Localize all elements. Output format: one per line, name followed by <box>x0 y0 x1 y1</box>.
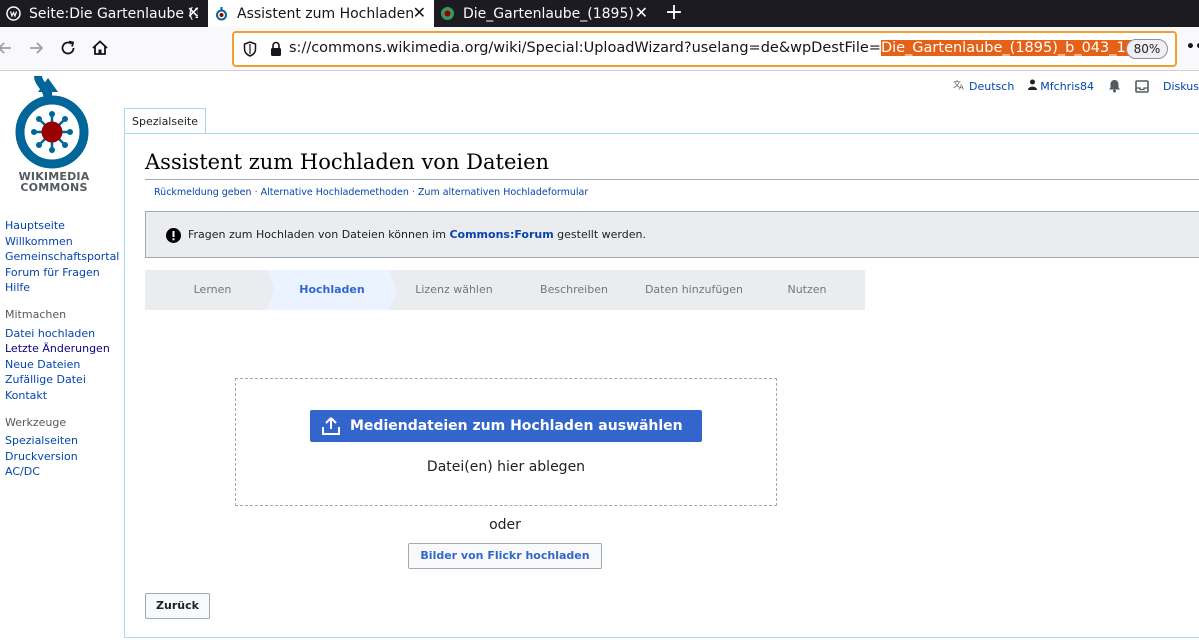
forward-arrow-icon[interactable] <box>25 37 47 59</box>
home-icon[interactable] <box>89 37 111 59</box>
alternative-upload-form-link[interactable]: Zum alternativen Hochladeformular <box>418 187 588 198</box>
zoom-level-button[interactable]: 80% <box>1126 39 1168 59</box>
sidebar-item-hauptseite[interactable]: Hauptseite <box>5 218 123 234</box>
page-title: Assistent zum Hochladen von Dateien <box>145 150 1199 180</box>
personal-tools: 文A Deutsch Mfchris84 Diskus <box>939 78 1199 94</box>
sidebar-item-kontakt[interactable]: Kontakt <box>5 388 123 404</box>
browser-tab-bar: Seite:Die Gartenlaube (1 ✕ Assistent zum… <box>0 0 1199 27</box>
notice-text: Fragen zum Hochladen von Dateien können … <box>188 228 646 241</box>
wikisource-favicon-icon <box>6 6 21 21</box>
sidebar-item-forum[interactable]: Forum für Fragen <box>5 265 123 281</box>
sidebar-item-acdc[interactable]: AC/DC <box>5 464 123 480</box>
username-label: Mfchris84 <box>1040 79 1094 93</box>
step-hochladen-label: Hochladen <box>299 283 365 296</box>
discussion-link[interactable]: Diskus <box>1163 80 1199 93</box>
or-separator: oder <box>489 517 521 533</box>
link-separator: · <box>251 187 261 198</box>
svg-text:A: A <box>959 84 964 91</box>
sidebar-item-willkommen[interactable]: Willkommen <box>5 234 123 250</box>
step-hochladen: Hochladen <box>267 270 397 310</box>
step-nutzen: Nutzen <box>749 270 865 310</box>
new-tab-button[interactable]: + <box>656 0 692 27</box>
commons-forum-link[interactable]: Commons:Forum <box>449 228 553 241</box>
main-content: Assistent zum Hochladen von Dateien Rück… <box>124 133 1199 638</box>
select-media-files-label: Mediendateien zum Hochladen auswählen <box>350 418 683 434</box>
back-button[interactable]: Zurück <box>145 593 210 619</box>
sidebar-item-datei-hochladen[interactable]: Datei hochladen <box>5 326 123 342</box>
wizard-steps: Lernen Hochladen Lizenz wählen Beschreib… <box>145 270 865 310</box>
sidebar-item-spezialseiten[interactable]: Spezialseiten <box>5 433 123 449</box>
close-tab-icon[interactable]: ✕ <box>187 4 200 22</box>
wikimedia-commons-logo[interactable]: WIKIMEDIA COMMONS <box>8 75 100 198</box>
step-daten-label: Daten hinzufügen <box>644 283 744 296</box>
url-selected-filename: Die_Gartenlaube_(1895)_b_043_1.jpg <box>880 40 1153 56</box>
commons-logo-icon <box>15 75 89 169</box>
browser-tab-upload-wizard[interactable]: Assistent zum Hochladen ✕ <box>208 0 434 27</box>
browser-tab-title: Die_Gartenlaube_(1895) <box>463 5 634 22</box>
step-lizenz: Lizenz wählen <box>389 270 519 310</box>
notices-tray-icon[interactable] <box>1135 79 1149 93</box>
step-daten: Daten hinzufügen <box>629 270 759 310</box>
step-lernen-label: Lernen <box>193 283 232 296</box>
back-arrow-icon[interactable] <box>0 37 16 59</box>
tracking-protection-shield-icon[interactable] <box>242 40 258 58</box>
logo-wordmark: WIKIMEDIA COMMONS <box>8 171 100 193</box>
url-bar[interactable]: s://commons.wikimedia.org/wiki/Special:U… <box>232 31 1177 67</box>
lock-icon[interactable] <box>269 40 283 58</box>
sidebar-participate: Datei hochladen Letzte Änderungen Neue D… <box>5 326 123 404</box>
page-sublinks: Rückmeldung geben · Alternative Hochlade… <box>154 187 588 198</box>
notifications-bell-icon[interactable] <box>1108 79 1121 93</box>
step-lernen: Lernen <box>145 270 275 310</box>
step-beschreiben-label: Beschreiben <box>540 283 608 296</box>
sidebar-tools: Spezialseiten Druckversion AC/DC <box>5 433 123 480</box>
drop-files-hint: Datei(en) hier ablegen <box>426 459 586 475</box>
feedback-link[interactable]: Rückmeldung geben <box>154 187 252 198</box>
sidebar-item-neue-dateien[interactable]: Neue Dateien <box>5 357 123 373</box>
sidebar-item-gemeinschaftsportal[interactable]: Gemeinschaftsportal <box>5 249 123 265</box>
file-drop-zone[interactable]: Mediendateien zum Hochladen auswählen Da… <box>235 378 777 506</box>
language-label: Deutsch <box>969 79 1015 93</box>
notice-text-before: Fragen zum Hochladen von Dateien können … <box>188 228 450 241</box>
logo-line-commons: COMMONS <box>20 181 88 194</box>
notice-message: Fragen zum Hochladen von Dateien können … <box>145 211 1199 258</box>
exclamation-notice-icon <box>166 228 181 243</box>
browser-tab-gartenlaube-page[interactable]: Seite:Die Gartenlaube (1 ✕ <box>0 0 208 27</box>
browser-tab-title: Seite:Die Gartenlaube (1 <box>29 5 198 22</box>
browser-tab-title: Assistent zum Hochladen <box>237 5 415 22</box>
language-selector[interactable]: 文A Deutsch <box>953 79 1014 93</box>
upload-icon <box>321 416 341 436</box>
url-text[interactable]: s://commons.wikimedia.org/wiki/Special:U… <box>289 40 1153 56</box>
sidebar-item-letzte-aenderungen[interactable]: Letzte Änderungen <box>5 341 123 357</box>
sidebar-heading-werkzeuge: Werkzeuge <box>5 415 67 429</box>
link-separator: · <box>408 187 418 198</box>
close-tab-icon[interactable]: ✕ <box>413 4 426 22</box>
commons-favicon-icon <box>440 6 455 21</box>
page-tabs: Spezialseite <box>124 108 206 133</box>
user-avatar-icon <box>1028 79 1038 93</box>
browser-tab-gartenlaube-file[interactable]: Die_Gartenlaube_(1895) ✕ <box>434 0 656 27</box>
browser-navigation-bar: s://commons.wikimedia.org/wiki/Special:U… <box>0 27 1199 71</box>
select-media-files-button[interactable]: Mediendateien zum Hochladen auswählen <box>310 410 702 442</box>
user-page-link[interactable]: Mfchris84 <box>1028 79 1094 93</box>
sidebar-item-zufaellige-datei[interactable]: Zufällige Datei <box>5 372 123 388</box>
sidebar: Hauptseite Willkommen Gemeinschaftsporta… <box>5 218 123 480</box>
alternative-upload-methods-link[interactable]: Alternative Hochlademethoden <box>261 187 409 198</box>
notice-text-after: gestellt werden. <box>553 228 646 241</box>
sidebar-item-druckversion[interactable]: Druckversion <box>5 449 123 465</box>
commons-favicon-icon <box>214 6 229 21</box>
url-prefix: s://commons.wikimedia.org/wiki/Special:U… <box>289 40 881 56</box>
step-beschreiben: Beschreiben <box>509 270 639 310</box>
sidebar-navigation: Hauptseite Willkommen Gemeinschaftsporta… <box>5 218 123 296</box>
overflow-menu-icon[interactable]: •• <box>1186 39 1199 55</box>
close-tab-icon[interactable]: ✕ <box>635 4 648 22</box>
sidebar-heading-mitmachen: Mitmachen <box>5 307 67 321</box>
step-lizenz-label: Lizenz wählen <box>415 283 493 296</box>
flickr-upload-button[interactable]: Bilder von Flickr hochladen <box>408 543 602 569</box>
translate-icon: 文A <box>953 79 966 93</box>
step-nutzen-label: Nutzen <box>787 283 827 296</box>
tab-spezialseite[interactable]: Spezialseite <box>124 108 206 133</box>
reload-icon[interactable] <box>57 37 79 59</box>
sidebar-item-hilfe[interactable]: Hilfe <box>5 280 123 296</box>
